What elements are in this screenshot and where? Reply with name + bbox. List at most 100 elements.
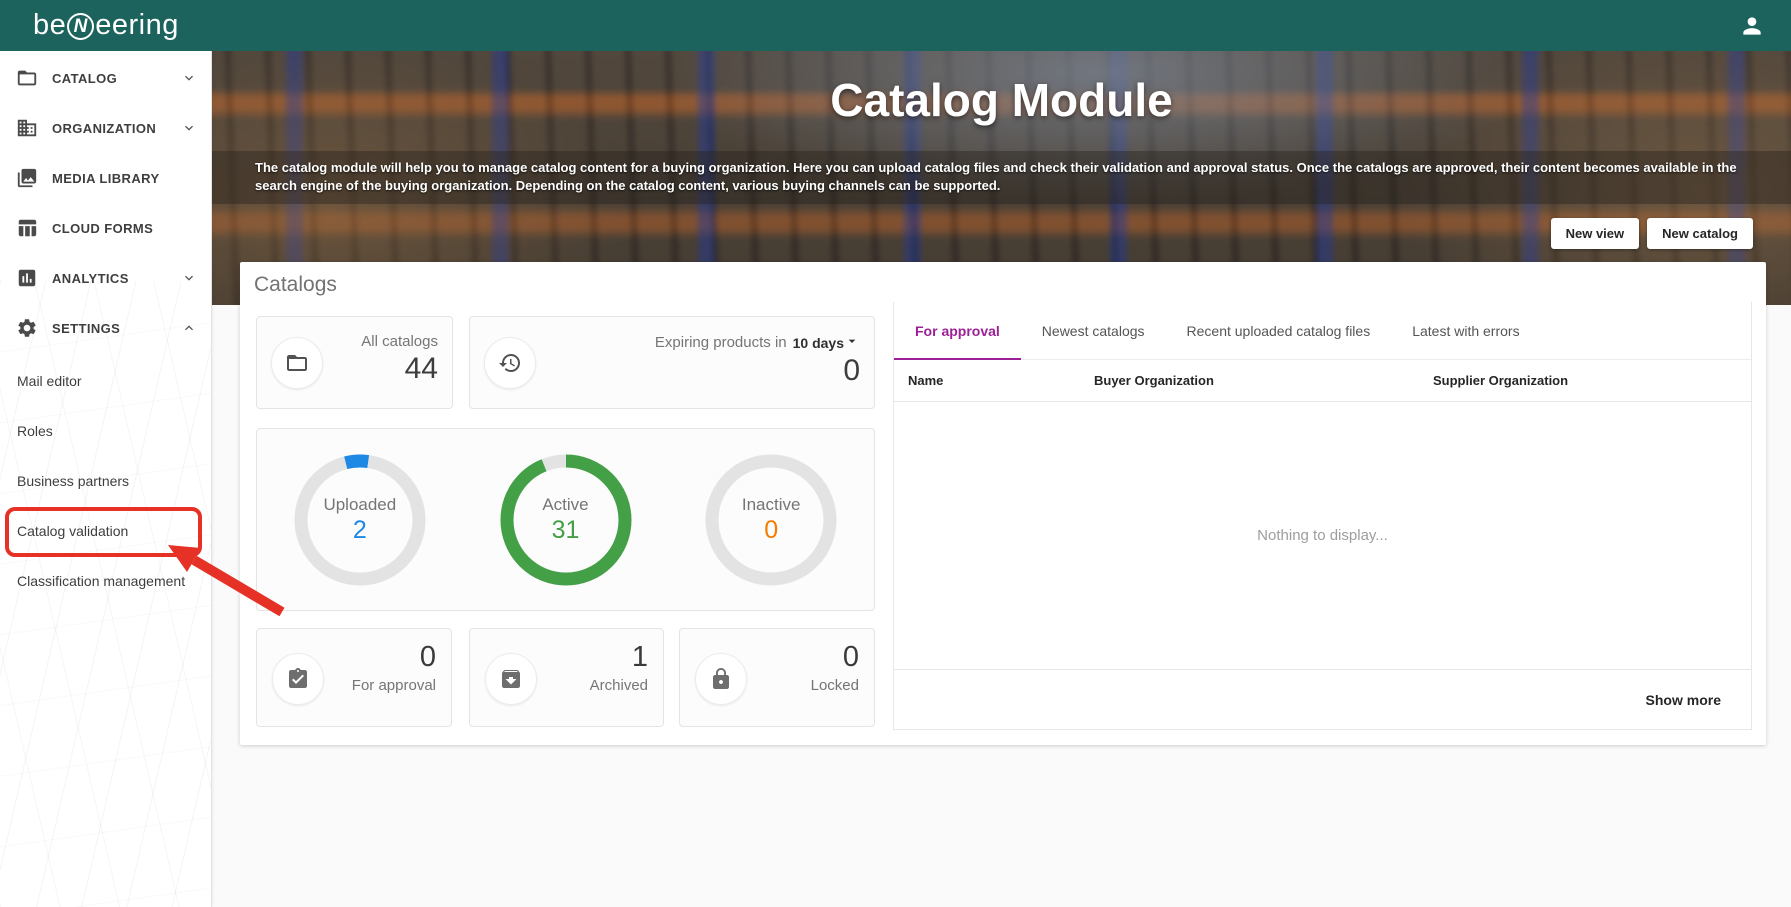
column-header-buyer-organization: Buyer Organization [1094, 373, 1214, 388]
clipboard-check-icon [272, 653, 324, 705]
gear-icon [16, 317, 38, 339]
expiring-products-card[interactable]: Expiring products in 10 days 0 [469, 316, 875, 409]
sidebar-item-cloud-forms[interactable]: CLOUD FORMS [0, 203, 211, 253]
sidebar-item-business-partners[interactable]: Business partners [0, 456, 211, 506]
tab-newest-catalogs[interactable]: Newest catalogs [1021, 302, 1166, 359]
table-footer: Show more [894, 669, 1751, 729]
expiring-days-dropdown[interactable]: 10 days [793, 333, 860, 352]
sidebar-subitem-label: Classification management [17, 573, 186, 589]
donut-value: 0 [764, 515, 779, 544]
sidebar-item-settings[interactable]: SETTINGS [0, 303, 211, 353]
empty-state-text: Nothing to display... [1257, 527, 1388, 544]
uploaded-donut-chart: Uploaded 2 [257, 429, 463, 610]
new-view-button[interactable]: New view [1550, 218, 1640, 249]
catalog-lists-section: For approval Newest catalogs Recent uplo… [893, 302, 1752, 730]
panel-title: Catalogs [254, 273, 337, 296]
sidebar-item-label: ANALYTICS [52, 270, 129, 286]
column-header-supplier-organization: Supplier Organization [1433, 373, 1569, 388]
for-approval-value: 0 [419, 641, 436, 673]
for-approval-card[interactable]: 0 For approval [256, 628, 452, 727]
dropdown-caret-icon [844, 333, 860, 352]
tab-recent-uploaded-catalog-files[interactable]: Recent uploaded catalog files [1166, 302, 1392, 359]
sidebar-item-label: CATALOG [52, 70, 118, 86]
active-donut-chart: Active 31 [463, 429, 669, 610]
table-body: Nothing to display... [894, 402, 1751, 669]
tab-for-approval[interactable]: For approval [894, 302, 1021, 360]
archived-label: Archived [589, 677, 648, 694]
expiring-value: 0 [843, 354, 860, 387]
folder-icon [271, 337, 323, 389]
photo-library-icon [16, 167, 38, 189]
show-more-button[interactable]: Show more [1636, 684, 1731, 716]
logo-text-suffix: eering [95, 9, 179, 41]
expiring-label: Expiring products in [654, 334, 787, 351]
sidebar-subitem-label: Mail editor [17, 373, 82, 389]
sidebar-subitem-label: Business partners [17, 473, 130, 489]
person-icon [1739, 17, 1765, 43]
logo-text-prefix: be [33, 9, 67, 41]
status-donuts-card: Uploaded 2 Active 31 Inactive 0 [256, 428, 875, 611]
sidebar-subitem-label: Catalog validation [17, 523, 129, 539]
locked-label: Locked [810, 677, 859, 694]
donut-label: Inactive [741, 494, 801, 514]
tab-label: Latest with errors [1412, 322, 1520, 339]
sidebar-nav: CATALOG ORGANIZATION MEDIA LIBRARY CLOUD… [0, 51, 211, 606]
archived-value: 1 [631, 641, 648, 673]
inactive-donut-chart: Inactive 0 [668, 429, 874, 610]
archive-icon [485, 653, 537, 705]
chevron-down-icon [181, 120, 197, 136]
sidebar-item-label: CLOUD FORMS [52, 220, 154, 236]
sidebar-item-label: SETTINGS [52, 320, 121, 336]
sidebar-subitem-label: Roles [17, 423, 53, 439]
all-catalogs-label: All catalogs [361, 333, 438, 350]
tab-label: Recent uploaded catalog files [1186, 322, 1371, 339]
lock-icon [695, 653, 747, 705]
locked-value: 0 [842, 641, 859, 673]
chevron-up-icon [181, 320, 197, 336]
sidebar: CATALOG ORGANIZATION MEDIA LIBRARY CLOUD… [0, 51, 212, 907]
app-root: be N eering Catalog Module The catalog m… [0, 0, 1791, 907]
catalogs-panel: Catalogs All catalogs 44 Expiring produc… [240, 262, 1766, 745]
sidebar-item-label: ORGANIZATION [52, 120, 157, 136]
sidebar-item-catalog-validation[interactable]: Catalog validation [0, 506, 211, 556]
sidebar-item-label: MEDIA LIBRARY [52, 170, 160, 186]
sidebar-item-catalog[interactable]: CATALOG [0, 53, 211, 103]
tab-label: For approval [915, 322, 1000, 339]
tab-label: Newest catalogs [1041, 322, 1145, 339]
archived-card[interactable]: 1 Archived [469, 628, 664, 727]
hero-description-band: The catalog module will help you to mana… [212, 151, 1791, 204]
settings-submenu: Mail editor Roles Business partners Cata… [0, 356, 211, 606]
sidebar-item-organization[interactable]: ORGANIZATION [0, 103, 211, 153]
sidebar-item-classification-management[interactable]: Classification management [0, 556, 211, 606]
for-approval-label: For approval [351, 677, 436, 694]
all-catalogs-card[interactable]: All catalogs 44 [256, 316, 453, 409]
page-title: Catalog Module [830, 74, 1173, 126]
sidebar-item-analytics[interactable]: ANALYTICS [0, 253, 211, 303]
chevron-down-icon [181, 270, 197, 286]
brand-logo[interactable]: be N eering [33, 9, 179, 42]
history-icon [484, 337, 536, 389]
expiring-days-value: 10 days [792, 334, 844, 351]
sidebar-item-media-library[interactable]: MEDIA LIBRARY [0, 153, 211, 203]
hero-description: The catalog module will help you to mana… [255, 160, 1737, 193]
user-account-button[interactable] [1739, 13, 1765, 39]
donut-value: 31 [551, 515, 580, 544]
table-grid-icon [16, 217, 38, 239]
top-app-bar: be N eering [0, 0, 1791, 51]
all-catalogs-value: 44 [404, 352, 438, 385]
donut-label: Uploaded [323, 494, 397, 514]
sidebar-item-roles[interactable]: Roles [0, 406, 211, 456]
sidebar-item-mail-editor[interactable]: Mail editor [0, 356, 211, 406]
donut-label: Active [542, 494, 589, 514]
column-header-name: Name [908, 373, 944, 388]
tab-bar: For approval Newest catalogs Recent uplo… [894, 302, 1751, 360]
hero-actions: New view New catalog [1550, 218, 1753, 249]
logo-n-icon: N [67, 13, 95, 40]
chevron-down-icon [181, 70, 197, 86]
bar-chart-icon [16, 267, 38, 289]
new-catalog-button[interactable]: New catalog [1647, 218, 1753, 249]
folder-icon [16, 67, 38, 89]
locked-card[interactable]: 0 Locked [679, 628, 875, 727]
donut-value: 2 [352, 515, 367, 544]
tab-latest-with-errors[interactable]: Latest with errors [1391, 302, 1540, 359]
